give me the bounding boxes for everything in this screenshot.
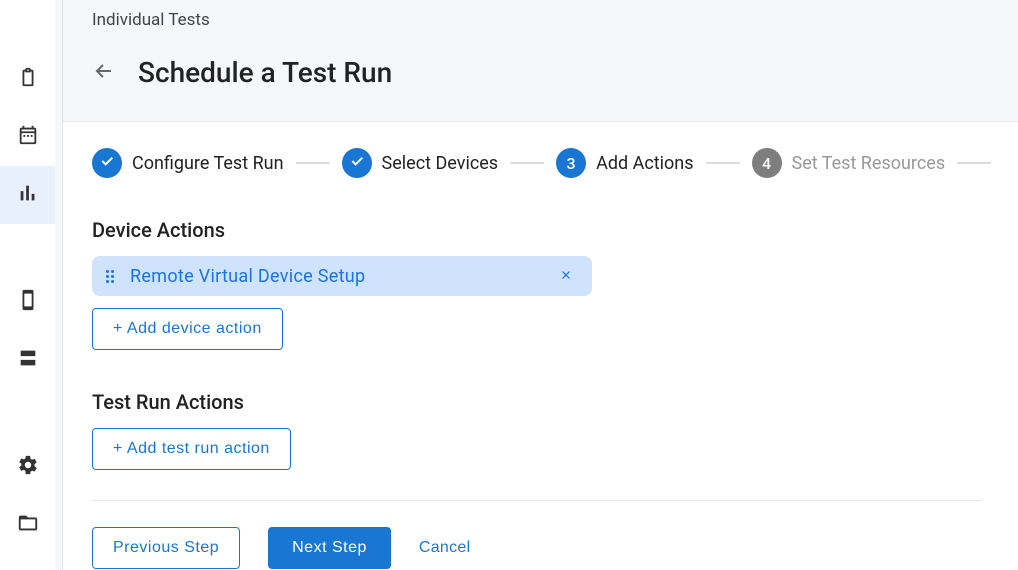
- test-run-actions-title: Test Run Actions: [92, 390, 982, 414]
- server-icon: [17, 347, 39, 373]
- sidebar: [0, 0, 56, 570]
- calendar-icon: [17, 124, 39, 150]
- step-connector: [296, 162, 330, 164]
- sidebar-item-clipboard[interactable]: [0, 50, 55, 108]
- main-content: Individual Tests Schedule a Test Run Con…: [56, 0, 1018, 570]
- arrow-left-icon: [92, 59, 116, 87]
- device-actions-section: Device Actions Remote Virtual Device Set…: [56, 218, 1018, 350]
- phone-icon: [17, 289, 39, 315]
- sidebar-item-server[interactable]: [0, 331, 55, 389]
- test-run-actions-section: Test Run Actions + Add test run action: [56, 390, 1018, 470]
- drag-handle-icon[interactable]: [106, 270, 118, 283]
- step-circle-completed: [92, 148, 122, 178]
- add-test-run-action-button[interactable]: + Add test run action: [92, 428, 291, 470]
- step-connector: [706, 162, 740, 164]
- step-label: Set Test Resources: [792, 153, 946, 174]
- chip-remove-button[interactable]: [554, 264, 578, 288]
- step-configure-test-run[interactable]: Configure Test Run: [92, 148, 284, 178]
- step-set-test-resources[interactable]: 4 Set Test Resources: [752, 148, 946, 178]
- clipboard-icon: [17, 66, 39, 92]
- sidebar-item-phone[interactable]: [0, 273, 55, 331]
- step-label: Add Actions: [596, 153, 693, 174]
- sidebar-item-folder[interactable]: [0, 496, 55, 554]
- step-connector: [510, 162, 544, 164]
- sidebar-item-settings[interactable]: [0, 438, 55, 496]
- page-title: Schedule a Test Run: [138, 56, 392, 89]
- footer-buttons: Previous Step Next Step Cancel: [56, 527, 1018, 570]
- cancel-button[interactable]: Cancel: [419, 539, 471, 557]
- step-circle-completed: [342, 148, 372, 178]
- step-circle-current: 3: [556, 148, 586, 178]
- gear-icon: [17, 454, 39, 480]
- sidebar-item-chart[interactable]: [0, 166, 55, 224]
- close-icon: [559, 266, 573, 287]
- step-add-actions[interactable]: 3 Add Actions: [556, 148, 693, 178]
- checkmark-icon: [349, 153, 365, 173]
- checkmark-icon: [99, 153, 115, 173]
- device-actions-title: Device Actions: [92, 218, 982, 242]
- folder-icon: [17, 512, 39, 538]
- header-area: Individual Tests Schedule a Test Run: [56, 0, 1018, 122]
- chip-label: Remote Virtual Device Setup: [130, 266, 542, 287]
- step-connector: [957, 162, 991, 164]
- breadcrumb: Individual Tests: [92, 0, 982, 34]
- sidebar-divider: [55, 0, 63, 570]
- step-label: Configure Test Run: [132, 153, 284, 174]
- sidebar-item-calendar[interactable]: [0, 108, 55, 166]
- device-action-chip[interactable]: Remote Virtual Device Setup: [92, 256, 592, 296]
- step-label: Select Devices: [382, 153, 499, 174]
- next-step-button[interactable]: Next Step: [268, 527, 391, 569]
- divider: [92, 500, 982, 501]
- previous-step-button[interactable]: Previous Step: [92, 527, 240, 569]
- step-circle-pending: 4: [752, 148, 782, 178]
- back-button[interactable]: [92, 59, 116, 87]
- bar-chart-icon: [17, 182, 39, 208]
- step-select-devices[interactable]: Select Devices: [342, 148, 499, 178]
- stepper: Configure Test Run Select Devices 3 Add …: [56, 148, 1018, 178]
- add-device-action-button[interactable]: + Add device action: [92, 308, 283, 350]
